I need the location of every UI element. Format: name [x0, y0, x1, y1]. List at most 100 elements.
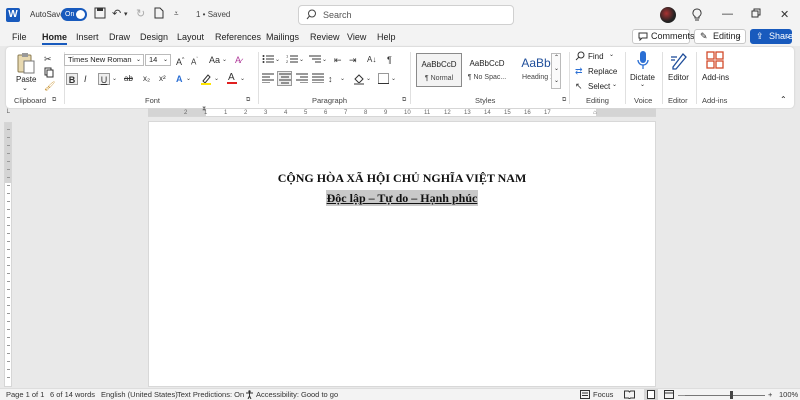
paste-label[interactable]: Paste: [16, 75, 36, 84]
find-chevron-icon[interactable]: ⌄: [609, 51, 614, 58]
select-icon[interactable]: ↖: [575, 80, 583, 92]
zoom-in-icon[interactable]: +: [768, 390, 772, 399]
styles-down-icon[interactable]: ⌄: [554, 65, 559, 72]
decrease-indent-icon[interactable]: ⇤: [334, 54, 342, 66]
tab-layout[interactable]: Layout: [177, 32, 204, 42]
font-launcher-icon[interactable]: ⧉: [246, 97, 250, 104]
tab-file[interactable]: File: [12, 32, 27, 42]
tab-selector-icon[interactable]: └: [5, 110, 10, 117]
paragraph-launcher-icon[interactable]: ⧉: [402, 97, 406, 104]
numbering-icon[interactable]: 12: [286, 54, 298, 64]
replace-label[interactable]: Replace: [588, 67, 617, 76]
multilevel-list-icon[interactable]: [309, 54, 321, 64]
dictate-chevron-icon[interactable]: ⌄: [640, 81, 645, 88]
share-button[interactable]: ⇪ Share ⌄: [750, 29, 793, 44]
find-icon[interactable]: [575, 51, 585, 61]
underline-button[interactable]: U: [98, 73, 110, 85]
document-page[interactable]: CỘNG HÒA XÃ HỘI CHỦ NGHĨA VIỆT NAM Độc l…: [148, 121, 656, 387]
vertical-ruler[interactable]: [4, 122, 12, 387]
copy-icon[interactable]: [44, 67, 54, 78]
tab-view[interactable]: View: [347, 32, 366, 42]
zoom-level[interactable]: 100%: [779, 390, 798, 399]
sort-icon[interactable]: A↓: [367, 54, 376, 66]
font-name-select[interactable]: Times New Roman ⌄: [64, 54, 144, 66]
tab-mailings[interactable]: Mailings: [266, 32, 299, 42]
align-center-icon[interactable]: [277, 71, 292, 86]
editor-icon[interactable]: [670, 51, 688, 71]
right-indent-marker-icon[interactable]: ⌂: [593, 110, 597, 116]
doc-heading-line1[interactable]: CỘNG HÒA XÃ HỘI CHỦ NGHĨA VIỆT NAM: [149, 171, 655, 186]
text-effects-icon[interactable]: A: [176, 73, 183, 85]
align-left-icon[interactable]: [262, 73, 274, 83]
underline-chevron-icon[interactable]: ⌄: [112, 73, 117, 85]
show-marks-button[interactable]: ¶: [387, 54, 392, 66]
style-normal[interactable]: AaBbCcD ¶ Normal: [416, 53, 462, 87]
text-effects-chevron-icon[interactable]: ⌄: [186, 73, 191, 85]
undo-dropdown-icon[interactable]: ▾: [124, 10, 128, 18]
tab-home[interactable]: Home: [42, 32, 68, 45]
justify-icon[interactable]: [312, 73, 324, 83]
increase-indent-icon[interactable]: ⇥: [349, 54, 357, 66]
comments-button[interactable]: Comments: [632, 29, 695, 44]
save-icon[interactable]: [94, 7, 106, 19]
undo-icon[interactable]: ↶: [112, 7, 121, 20]
font-color-chevron-icon[interactable]: ⌄: [240, 73, 245, 85]
find-label[interactable]: Find: [588, 52, 604, 61]
tab-draw[interactable]: Draw: [109, 32, 130, 42]
paste-icon[interactable]: [16, 52, 36, 74]
styles-more-icon[interactable]: ⌄: [554, 77, 559, 84]
font-size-select[interactable]: 14 ⌄: [145, 54, 171, 66]
saved-status[interactable]: 1 • Saved: [196, 10, 230, 19]
bullets-chevron-icon[interactable]: ⌄: [275, 54, 280, 66]
tab-insert[interactable]: Insert: [76, 32, 99, 42]
accessibility-icon[interactable]: [245, 390, 254, 399]
web-layout-icon[interactable]: [664, 390, 674, 399]
text-predictions[interactable]: Text Predictions: On: [177, 390, 244, 399]
collapse-ribbon-icon[interactable]: ⌃: [780, 95, 787, 104]
addins-icon[interactable]: [706, 51, 724, 69]
shading-icon[interactable]: [353, 73, 365, 85]
print-layout-icon[interactable]: [644, 389, 658, 400]
bold-button[interactable]: B: [66, 73, 78, 85]
language[interactable]: English (United States): [101, 390, 178, 399]
highlight-chevron-icon[interactable]: ⌄: [214, 73, 219, 85]
horizontal-ruler[interactable]: ⧗ ⌂ 2 1 1 2 3 4 5 6 7 8 9 10 11 12 13 14 15 16 17: [148, 106, 656, 117]
minimize-icon[interactable]: —: [722, 8, 733, 20]
line-spacing-icon[interactable]: ↕: [328, 73, 333, 85]
redo-icon[interactable]: ↻: [136, 7, 145, 20]
paste-chevron-icon[interactable]: ⌄: [22, 84, 28, 92]
select-chevron-icon[interactable]: ⌄: [612, 81, 617, 88]
grow-font-icon[interactable]: A^: [176, 54, 184, 68]
focus-icon[interactable]: [580, 390, 590, 399]
tab-design[interactable]: Design: [140, 32, 168, 42]
page-count[interactable]: Page 1 of 1: [6, 390, 44, 399]
numbering-chevron-icon[interactable]: ⌄: [299, 54, 304, 66]
customize-toolbar-icon[interactable]: ⩡: [174, 9, 179, 19]
selected-text[interactable]: Độc lập – Tự do – Hạnh phúc: [325, 190, 479, 206]
addins-label[interactable]: Add-ins: [702, 73, 729, 82]
bullets-icon[interactable]: [262, 54, 274, 64]
styles-scroller[interactable]: ⌃ ⌄ ⌄: [551, 53, 561, 89]
font-color-icon[interactable]: A: [226, 71, 238, 85]
shading-chevron-icon[interactable]: ⌄: [366, 73, 371, 85]
style-no-spacing[interactable]: AaBbCcD ¶ No Spac...: [464, 53, 510, 87]
borders-icon[interactable]: [378, 73, 389, 84]
doc-heading-line2[interactable]: Độc lập – Tự do – Hạnh phúc: [149, 190, 655, 206]
highlight-icon[interactable]: [200, 73, 212, 85]
zoom-slider[interactable]: [685, 395, 765, 396]
clipboard-launcher-icon[interactable]: ⧉: [52, 97, 56, 104]
editor-label[interactable]: Editor: [668, 73, 689, 82]
focus-label[interactable]: Focus: [593, 390, 613, 399]
styles-launcher-icon[interactable]: ⧉: [562, 97, 566, 104]
avatar[interactable]: [660, 7, 676, 23]
clear-formatting-icon[interactable]: A̷: [235, 54, 241, 66]
tab-help[interactable]: Help: [377, 32, 396, 42]
borders-chevron-icon[interactable]: ⌄: [391, 73, 396, 85]
read-mode-icon[interactable]: [624, 390, 635, 399]
line-spacing-chevron-icon[interactable]: ⌄: [340, 73, 345, 85]
lightbulb-icon[interactable]: [692, 8, 702, 21]
multilevel-chevron-icon[interactable]: ⌄: [322, 54, 327, 66]
select-label[interactable]: Select: [588, 82, 610, 91]
align-right-icon[interactable]: [296, 73, 308, 83]
tab-review[interactable]: Review: [310, 32, 340, 42]
